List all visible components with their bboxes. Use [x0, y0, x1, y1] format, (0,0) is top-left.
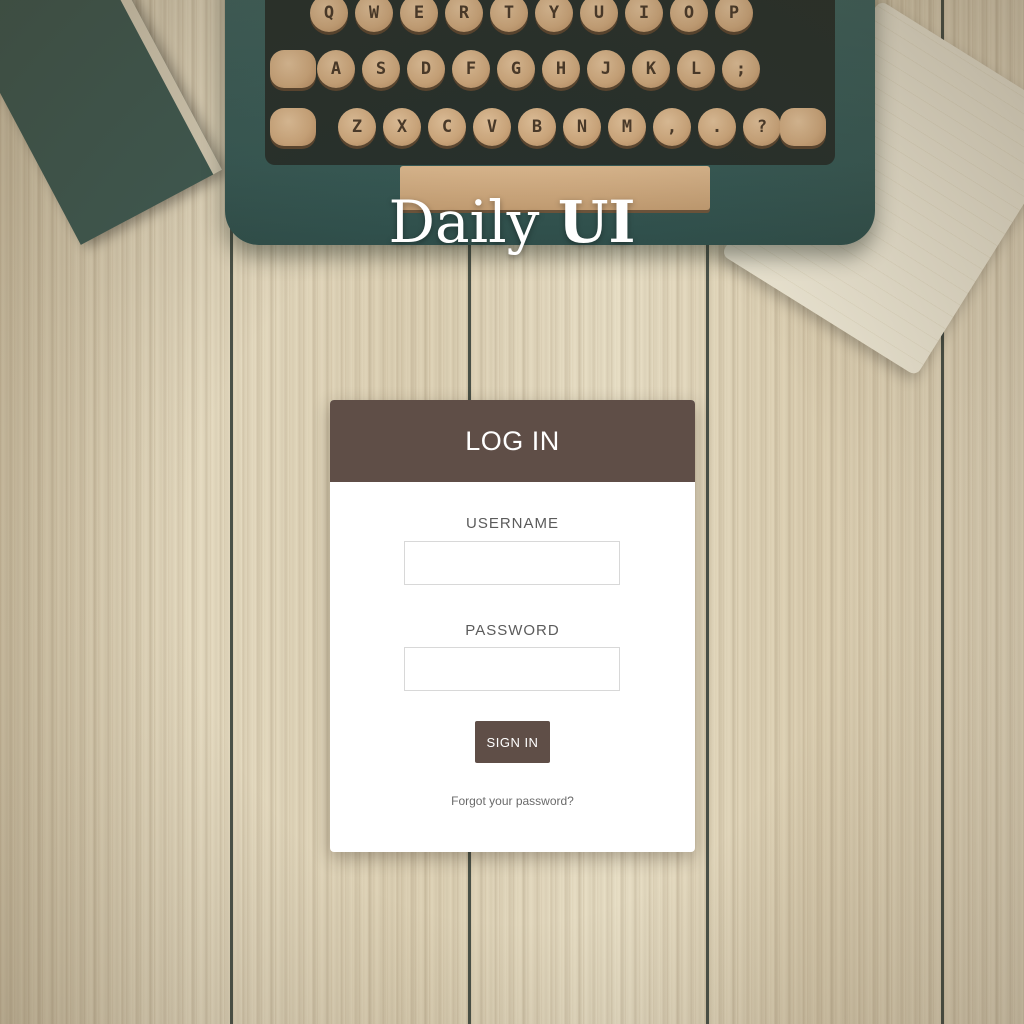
typewriter-key: L: [677, 50, 715, 88]
password-label: PASSWORD: [465, 622, 560, 639]
username-label: USERNAME: [465, 515, 559, 532]
typewriter-key: G: [497, 50, 535, 88]
typewriter-key: ;: [722, 50, 760, 88]
typewriter-key: S: [362, 50, 400, 88]
typewriter-key: F: [452, 50, 490, 88]
typewriter-key: ,: [653, 108, 691, 146]
typewriter-key: ?: [743, 108, 781, 146]
password-input[interactable]: [404, 647, 620, 691]
typewriter-key: [780, 108, 826, 146]
sign-in-button[interactable]: SIGN IN: [475, 721, 550, 763]
username-input[interactable]: [404, 541, 620, 585]
login-card: LOG IN USERNAME PASSWORD SIGN IN Forgot …: [330, 400, 695, 852]
brand-logo-bold: UI: [557, 188, 636, 256]
typewriter-key: J: [587, 50, 625, 88]
typewriter-key: Z: [338, 108, 376, 146]
typewriter-key: [270, 50, 316, 88]
forgot-password-link[interactable]: Forgot your password?: [330, 794, 695, 808]
typewriter-key: D: [407, 50, 445, 88]
typewriter-key: N: [563, 108, 601, 146]
typewriter-key: H: [542, 50, 580, 88]
login-card-header: LOG IN: [330, 400, 695, 482]
typewriter-key: V: [473, 108, 511, 146]
typewriter-key: .: [698, 108, 736, 146]
typewriter-key: X: [383, 108, 421, 146]
login-title: LOG IN: [465, 425, 560, 456]
typewriter-key: [270, 108, 316, 146]
typewriter-key: A: [317, 50, 355, 88]
brand-logo: Daily UI: [0, 188, 1024, 256]
typewriter-key: K: [632, 50, 670, 88]
typewriter-key: M: [608, 108, 646, 146]
typewriter-key: C: [428, 108, 466, 146]
typewriter-key: B: [518, 108, 556, 146]
brand-logo-light: Daily: [388, 188, 558, 256]
